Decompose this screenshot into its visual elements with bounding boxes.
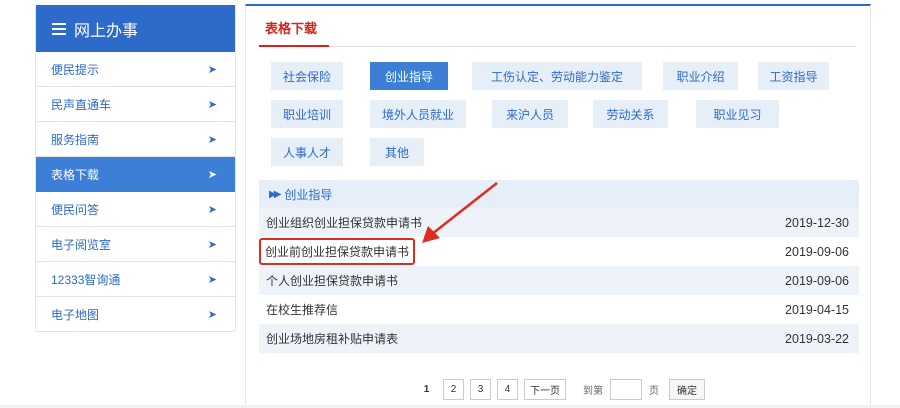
sidebar-item-label: 12333智询通 bbox=[51, 272, 121, 287]
category-tab-1[interactable]: 创业指导 bbox=[370, 62, 448, 90]
arrow-right-icon: ➤ bbox=[207, 98, 217, 111]
table-row: 个人创业担保贷款申请书 2019-09-06 bbox=[259, 266, 859, 295]
page-2-button[interactable]: 2 bbox=[443, 378, 464, 400]
arrow-right-icon: ➤ bbox=[207, 168, 217, 181]
sidebar-item-0[interactable]: 便民提示 ➤ bbox=[36, 52, 235, 87]
table-row: 在校生推荐信 2019-04-15 bbox=[259, 295, 859, 324]
sidebar-item-label: 便民提示 bbox=[51, 62, 100, 77]
arrow-right-icon: ➤ bbox=[207, 63, 217, 76]
sidebar-header: 网上办事 bbox=[36, 5, 235, 52]
menu-list-icon bbox=[52, 22, 66, 35]
table-row: 创业组织创业担保贷款申请书 2019-12-30 bbox=[259, 208, 859, 237]
arrow-right-icon: ➤ bbox=[207, 308, 217, 321]
main-panel: 表格下载 社会保险 创业指导 工伤认定、劳动能力鉴定 职业介绍 工资指导 职业培训 境外人员… bbox=[245, 4, 871, 408]
category-tab-10[interactable]: 人事人才 bbox=[271, 138, 343, 166]
row-date: 2019-04-15 bbox=[785, 302, 849, 317]
list-header-label: 创业指导 bbox=[284, 187, 333, 202]
form-link[interactable]: 创业场地房租补贴申请表 bbox=[266, 330, 398, 347]
goto-page-input[interactable] bbox=[610, 378, 642, 400]
sidebar-item-label: 电子地图 bbox=[51, 307, 100, 322]
sidebar-item-label: 民声直通车 bbox=[51, 97, 112, 112]
sidebar-item-label: 表格下载 bbox=[51, 167, 100, 182]
confirm-button[interactable]: 确定 bbox=[669, 378, 705, 400]
category-tab-3[interactable]: 职业介绍 bbox=[663, 62, 738, 90]
arrow-right-icon: ➤ bbox=[207, 133, 217, 146]
arrow-right-icon: ➤ bbox=[207, 203, 217, 216]
goto-label: 到第 bbox=[583, 385, 603, 397]
row-date: 2019-12-30 bbox=[785, 215, 849, 230]
page-current[interactable]: 1 bbox=[416, 378, 437, 400]
title-underline bbox=[259, 45, 329, 47]
sidebar-title: 网上办事 bbox=[74, 22, 139, 40]
row-date: 2019-09-06 bbox=[785, 244, 849, 259]
pagination: 1 2 3 4 下一页 到第 页 确定 bbox=[246, 378, 872, 400]
table-row: 创业前创业担保贷款申请书 2019-09-06 bbox=[259, 237, 859, 266]
category-tab-5[interactable]: 职业培训 bbox=[271, 100, 343, 128]
page-3-button[interactable]: 3 bbox=[470, 378, 491, 400]
page-unit-label: 页 bbox=[649, 385, 659, 397]
form-link[interactable]: 创业组织创业担保贷款申请书 bbox=[266, 214, 422, 231]
form-link[interactable]: 创业前创业担保贷款申请书 bbox=[259, 238, 416, 265]
page-4-button[interactable]: 4 bbox=[497, 378, 518, 400]
sidebar-item-label: 便民问答 bbox=[51, 202, 100, 217]
sidebar-item-5[interactable]: 电子阅览室 ➤ bbox=[36, 227, 235, 262]
category-tab-2[interactable]: 工伤认定、劳动能力鉴定 bbox=[472, 62, 642, 90]
table-row: 创业场地房租补贴申请表 2019-03-22 bbox=[259, 324, 859, 353]
row-date: 2019-03-22 bbox=[785, 331, 849, 346]
form-link[interactable]: 个人创业担保贷款申请书 bbox=[266, 272, 398, 289]
main-title-bar: 表格下载 bbox=[259, 6, 856, 47]
category-tab-8[interactable]: 劳动关系 bbox=[593, 100, 668, 128]
category-tab-9[interactable]: 职业见习 bbox=[696, 100, 779, 128]
form-list: ▶▶ 创业指导 创业组织创业担保贷款申请书 2019-12-30 创业前创业担保贷款… bbox=[259, 180, 859, 353]
sidebar-item-2[interactable]: 服务指南 ➤ bbox=[36, 122, 235, 157]
row-date: 2019-09-06 bbox=[785, 273, 849, 288]
sidebar-item-6[interactable]: 12333智询通 ➤ bbox=[36, 262, 235, 297]
sidebar-item-label: 电子阅览室 bbox=[51, 237, 112, 252]
sidebar-item-label: 服务指南 bbox=[51, 132, 100, 147]
list-header: ▶▶ 创业指导 bbox=[259, 180, 859, 208]
arrow-right-icon: ➤ bbox=[207, 273, 217, 286]
double-arrow-icon: ▶▶ bbox=[269, 188, 282, 200]
category-tab-4[interactable]: 工资指导 bbox=[758, 62, 829, 90]
sidebar-item-1[interactable]: 民声直通车 ➤ bbox=[36, 87, 235, 122]
category-tab-7[interactable]: 来沪人员 bbox=[492, 100, 568, 128]
sidebar-item-4[interactable]: 便民问答 ➤ bbox=[36, 192, 235, 227]
sidebar-item-7[interactable]: 电子地图 ➤ bbox=[36, 297, 235, 332]
category-tab-6[interactable]: 境外人员就业 bbox=[370, 100, 466, 128]
form-link[interactable]: 在校生推荐信 bbox=[266, 301, 338, 318]
sidebar-item-3[interactable]: 表格下载 ➤ bbox=[36, 157, 235, 192]
category-tab-0[interactable]: 社会保险 bbox=[271, 62, 343, 90]
arrow-right-icon: ➤ bbox=[207, 238, 217, 251]
sidebar: 网上办事 便民提示 ➤ 民声直通车 ➤ 服务指南 ➤ 表格下载 ➤ 便民问答 ➤ 电子阅览室 ➤ 123… bbox=[35, 5, 236, 332]
category-tab-11[interactable]: 其他 bbox=[370, 138, 424, 166]
next-page-button[interactable]: 下一页 bbox=[524, 378, 566, 400]
page-title: 表格下载 bbox=[265, 21, 318, 36]
